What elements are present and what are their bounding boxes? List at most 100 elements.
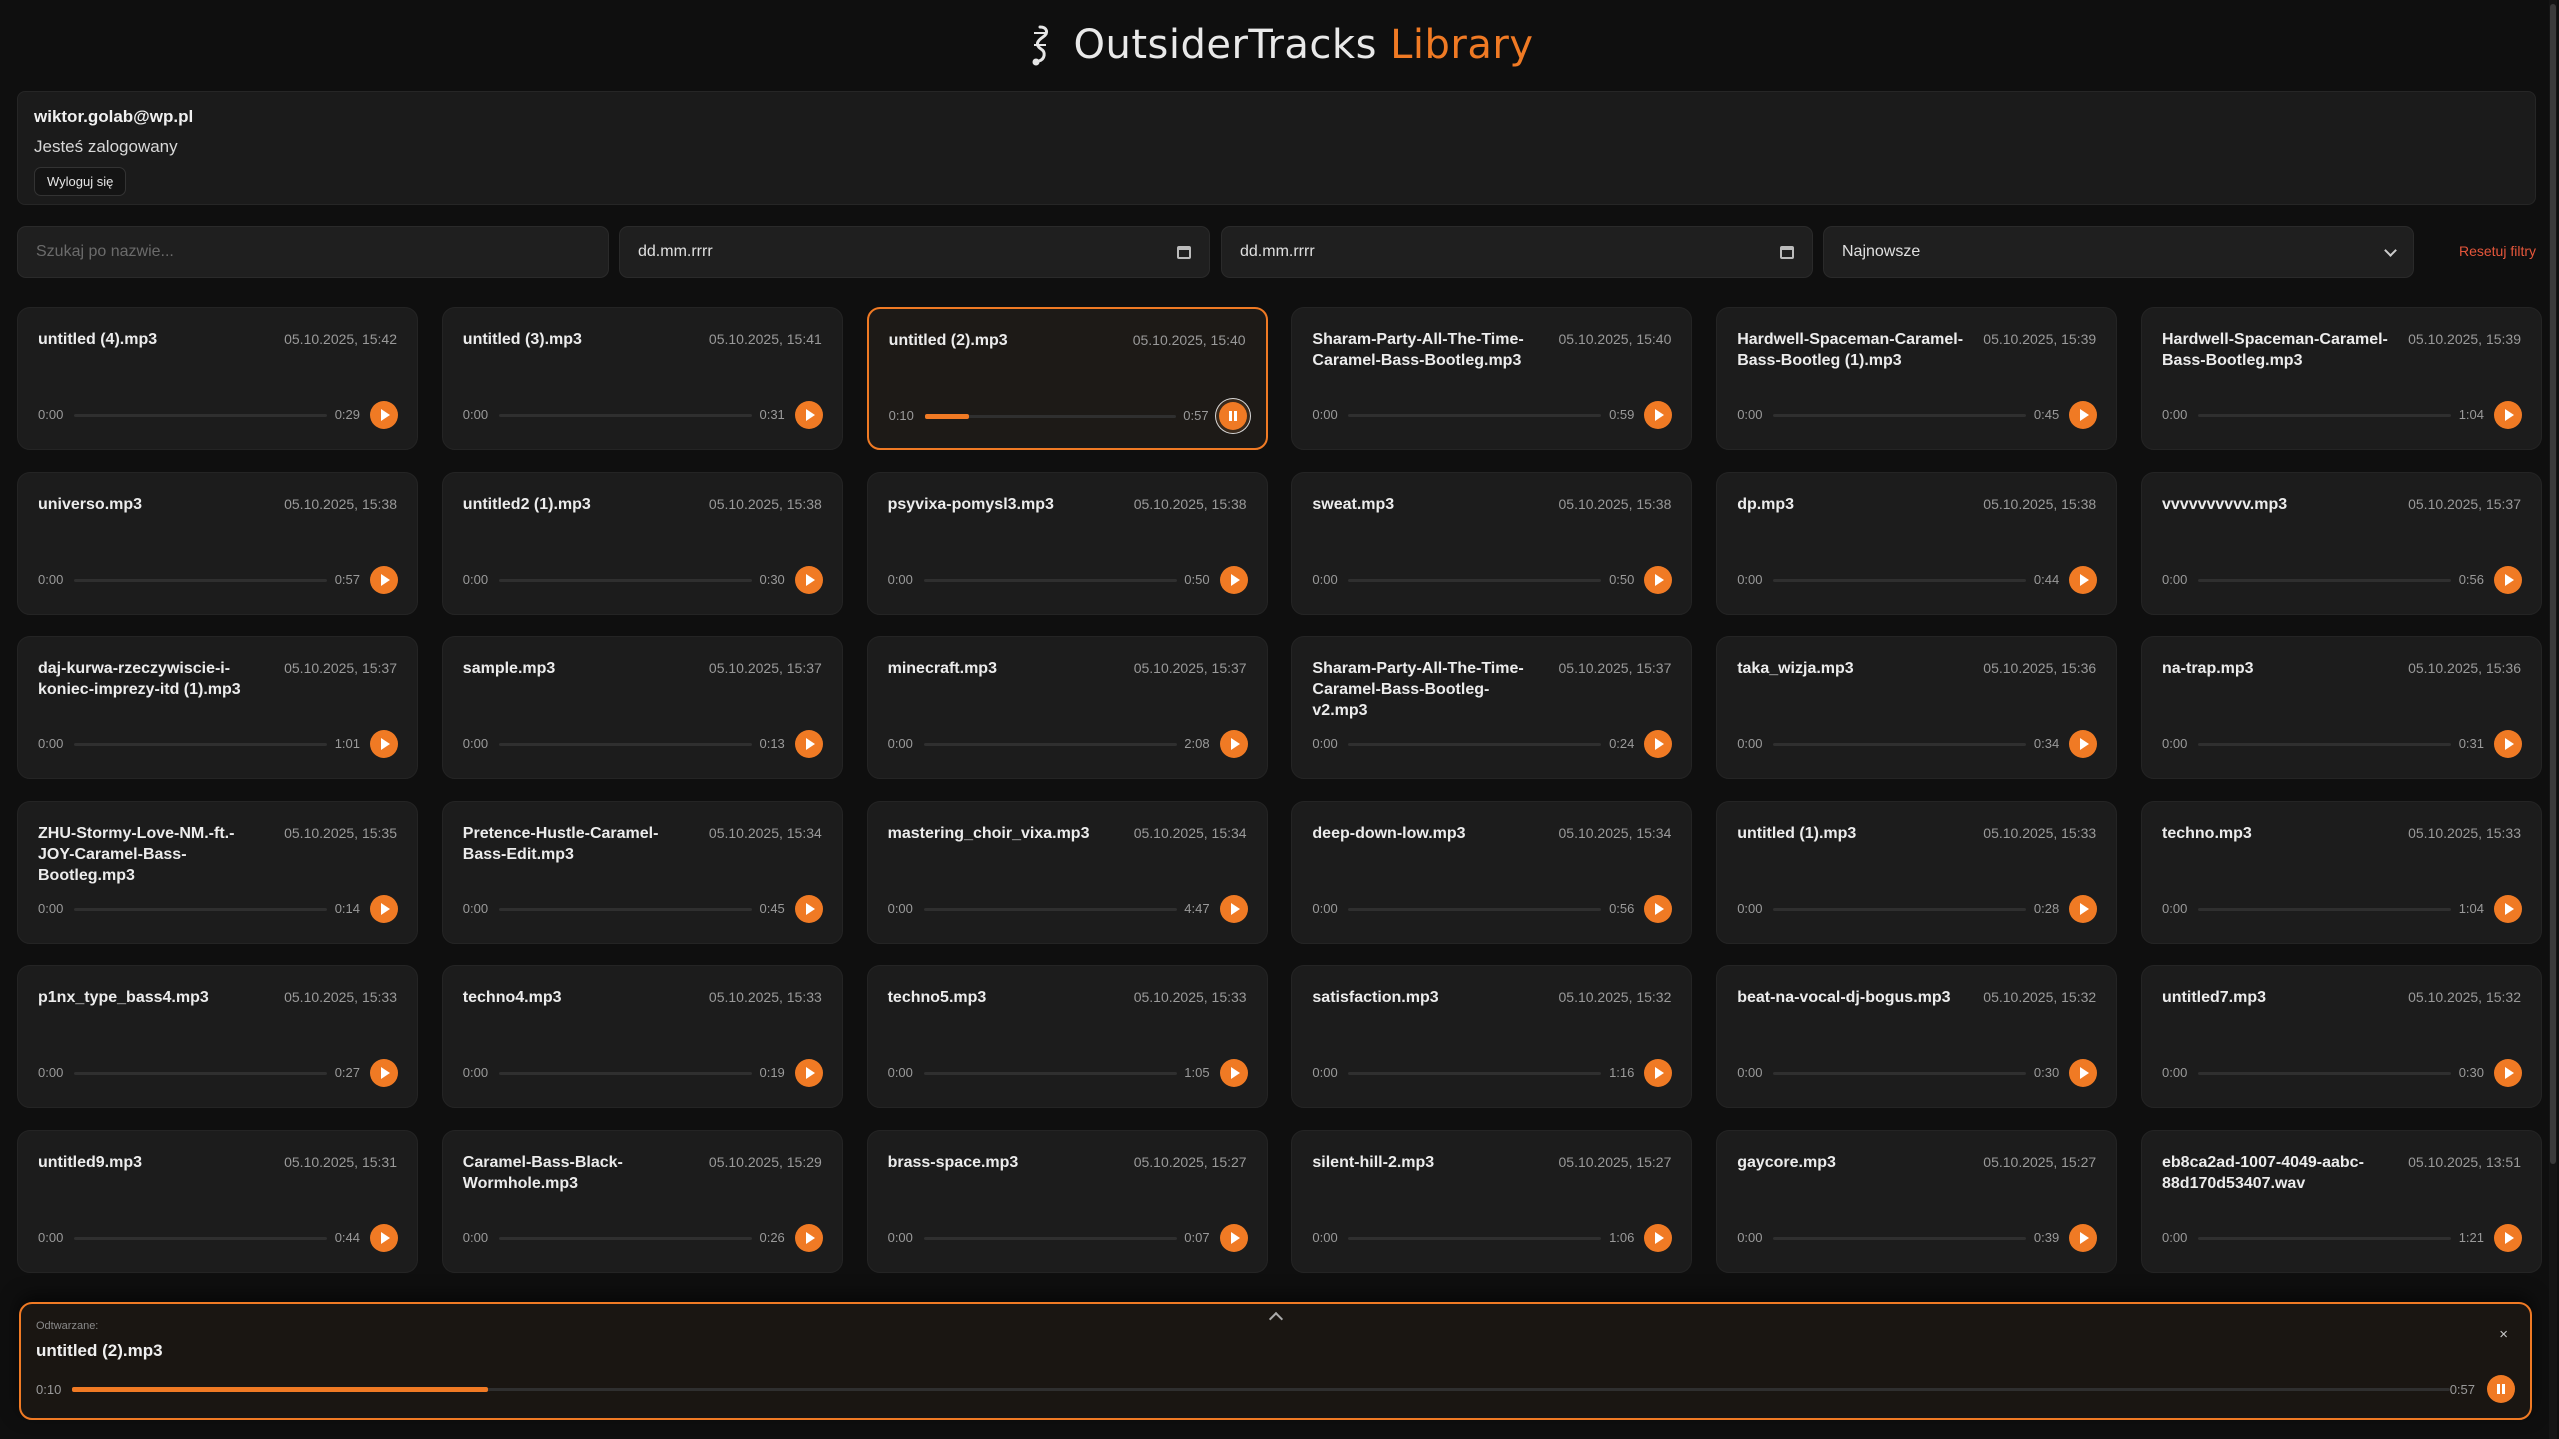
- play-button[interactable]: [2494, 565, 2522, 594]
- play-button[interactable]: [1644, 401, 1673, 429]
- track-card[interactable]: Pretence-Hustle-Caramel-Bass-Edit.mp3 05.…: [441, 800, 843, 944]
- search-input[interactable]: Szukaj po nazwie...: [17, 226, 609, 278]
- track-seek-bar[interactable]: [1348, 1237, 1602, 1240]
- track-seek-bar[interactable]: [2198, 1072, 2451, 1076]
- play-button[interactable]: [794, 730, 823, 759]
- track-card[interactable]: daj-kurwa-rzeczywiscie-i-koniec-imprezy-…: [17, 636, 418, 780]
- play-button[interactable]: [370, 730, 398, 759]
- track-card[interactable]: gaycore.mp3 05.10.2025, 15:27 0:00 0:39: [1716, 1130, 2118, 1273]
- play-button[interactable]: [1219, 565, 1248, 594]
- track-seek-bar[interactable]: [74, 578, 327, 582]
- track-seek-bar[interactable]: [1348, 743, 1602, 747]
- track-seek-bar[interactable]: [2198, 907, 2451, 911]
- track-card[interactable]: deep-down-low.mp3 05.10.2025, 15:34 0:00 0:…: [1291, 800, 1693, 944]
- play-button[interactable]: [2069, 1059, 2098, 1088]
- track-card[interactable]: sample.mp3 05.10.2025, 15:37 0:00 0:13: [441, 636, 843, 780]
- track-seek-bar[interactable]: [1773, 1237, 2027, 1240]
- seek-bar[interactable]: [72, 1387, 2450, 1392]
- play-button[interactable]: [794, 401, 823, 429]
- track-seek-bar[interactable]: [498, 1237, 752, 1240]
- play-button[interactable]: [794, 894, 823, 923]
- play-button[interactable]: [2494, 401, 2522, 429]
- play-button[interactable]: [1219, 1059, 1248, 1088]
- page-scrollbar[interactable]: [2549, 0, 2557, 1439]
- play-button[interactable]: [794, 565, 823, 594]
- play-button[interactable]: [1644, 1059, 1673, 1088]
- play-button[interactable]: [1644, 1224, 1673, 1252]
- play-button[interactable]: [2494, 1059, 2522, 1088]
- track-card[interactable]: Sharam-Party-All-The-Time-Caramel-Bass-B…: [1291, 636, 1693, 780]
- play-button[interactable]: [1219, 730, 1248, 759]
- play-button[interactable]: [2069, 401, 2098, 429]
- track-seek-bar[interactable]: [74, 414, 327, 417]
- track-seek-bar[interactable]: [923, 578, 1177, 582]
- date-to-field[interactable]: dd.mm.rrrr: [1221, 226, 1813, 278]
- track-seek-bar[interactable]: [498, 743, 752, 747]
- play-button[interactable]: [370, 401, 398, 429]
- track-card[interactable]: untitled (2).mp3 05.10.2025, 15:40 0:10 0:5…: [866, 307, 1268, 450]
- track-seek-bar[interactable]: [1773, 1072, 2027, 1076]
- track-seek-bar[interactable]: [1773, 414, 2027, 417]
- track-card[interactable]: Hardwell-Spaceman-Caramel-Bass-Bootleg (…: [1716, 307, 2118, 450]
- track-card[interactable]: techno.mp3 05.10.2025, 15:33 0:00 1:04: [2141, 800, 2542, 944]
- track-card[interactable]: mastering_choir_vixa.mp3 05.10.2025, 15:3…: [866, 800, 1268, 944]
- track-card[interactable]: beat-na-vocal-dj-bogus.mp3 05.10.2025, 15…: [1716, 965, 2118, 1109]
- track-card[interactable]: p1nx_type_bass4.mp3 05.10.2025, 15:33 0:00…: [17, 965, 418, 1109]
- close-icon[interactable]: ×: [2499, 1326, 2508, 1343]
- play-button[interactable]: [370, 894, 398, 923]
- track-seek-bar[interactable]: [498, 1072, 752, 1076]
- track-card[interactable]: dp.mp3 05.10.2025, 15:38 0:00 0:44: [1716, 471, 2118, 615]
- expand-chevron-icon[interactable]: [1268, 1311, 1284, 1327]
- play-button[interactable]: [370, 1059, 398, 1088]
- track-card[interactable]: untitled (3).mp3 05.10.2025, 15:41 0:00 0:3…: [441, 307, 843, 450]
- track-card[interactable]: untitled9.mp3 05.10.2025, 15:31 0:00 0:44: [17, 1130, 418, 1273]
- track-seek-bar[interactable]: [923, 1237, 1177, 1240]
- track-card[interactable]: untitled7.mp3 05.10.2025, 15:32 0:00 0:30: [2141, 965, 2542, 1109]
- play-button[interactable]: [2069, 565, 2098, 594]
- play-button[interactable]: [1219, 1224, 1248, 1252]
- track-seek-bar[interactable]: [74, 1237, 327, 1240]
- track-card[interactable]: sweat.mp3 05.10.2025, 15:38 0:00 0:50: [1291, 471, 1693, 615]
- track-seek-bar[interactable]: [923, 907, 1177, 911]
- track-seek-bar[interactable]: [498, 578, 752, 582]
- track-card[interactable]: techno5.mp3 05.10.2025, 15:33 0:00 1:05: [866, 965, 1268, 1109]
- track-card[interactable]: satisfaction.mp3 05.10.2025, 15:32 0:00 1:1…: [1291, 965, 1693, 1109]
- track-seek-bar[interactable]: [74, 907, 327, 911]
- track-seek-bar[interactable]: [498, 907, 752, 911]
- play-button[interactable]: [2494, 1224, 2522, 1252]
- play-button[interactable]: [794, 1059, 823, 1088]
- play-button[interactable]: [2494, 894, 2522, 923]
- track-card[interactable]: Caramel-Bass-Black-Wormhole.mp3 05.10.202…: [441, 1130, 843, 1273]
- track-card[interactable]: Hardwell-Spaceman-Caramel-Bass-Bootleg.m…: [2141, 307, 2542, 450]
- track-card[interactable]: silent-hill-2.mp3 05.10.2025, 15:27 0:00 1:…: [1291, 1130, 1693, 1273]
- track-seek-bar[interactable]: [923, 1072, 1177, 1076]
- date-from-field[interactable]: dd.mm.rrrr: [619, 226, 1210, 278]
- track-card[interactable]: vvvvvvvvvv.mp3 05.10.2025, 15:37 0:00 0:56: [2141, 471, 2542, 615]
- play-button[interactable]: [1644, 565, 1673, 594]
- track-card[interactable]: untitled (4).mp3 05.10.2025, 15:42 0:00 0:2…: [17, 307, 418, 450]
- track-seek-bar[interactable]: [1348, 578, 1602, 582]
- track-seek-bar[interactable]: [924, 414, 1176, 419]
- track-card[interactable]: techno4.mp3 05.10.2025, 15:33 0:00 0:19: [441, 965, 843, 1109]
- track-card[interactable]: ZHU-Stormy-Love-NM.-ft.-JOY-Caramel-Bass…: [17, 800, 418, 944]
- track-card[interactable]: eb8ca2ad-1007-4049-aabc-88d170d53407.wav…: [2141, 1130, 2542, 1273]
- calendar-icon[interactable]: [1780, 245, 1794, 259]
- sort-select[interactable]: Najnowsze: [1823, 226, 2414, 278]
- track-seek-bar[interactable]: [74, 1072, 327, 1076]
- logout-button[interactable]: Wyloguj się: [34, 167, 127, 196]
- track-seek-bar[interactable]: [2198, 1237, 2451, 1240]
- play-button[interactable]: [794, 1224, 823, 1252]
- track-seek-bar[interactable]: [1348, 414, 1602, 417]
- play-button[interactable]: [2069, 894, 2098, 923]
- track-seek-bar[interactable]: [1773, 578, 2027, 582]
- track-seek-bar[interactable]: [2198, 414, 2451, 417]
- pause-button[interactable]: [2487, 1375, 2515, 1403]
- play-button[interactable]: [1644, 894, 1673, 923]
- track-seek-bar[interactable]: [1348, 907, 1602, 911]
- track-seek-bar[interactable]: [2198, 743, 2451, 747]
- track-card[interactable]: untitled (1).mp3 05.10.2025, 15:33 0:00 0:2…: [1716, 800, 2118, 944]
- play-button[interactable]: [2069, 1224, 2098, 1252]
- track-seek-bar[interactable]: [74, 743, 327, 747]
- track-seek-bar[interactable]: [1773, 743, 2027, 747]
- play-button[interactable]: [2069, 730, 2098, 759]
